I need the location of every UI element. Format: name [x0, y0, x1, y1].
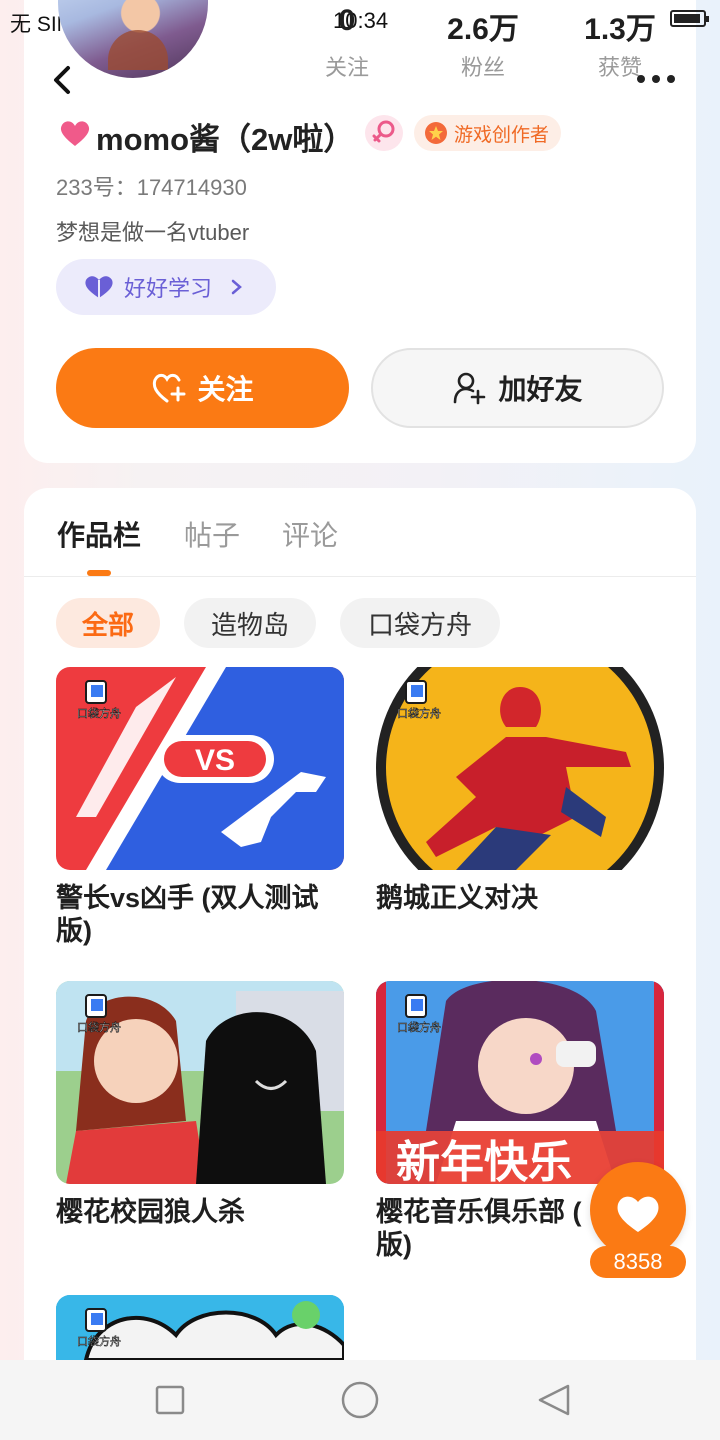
work-thumbnail[interactable]: 口袋方舟: [56, 981, 344, 1184]
filter-all[interactable]: 全部: [56, 598, 160, 648]
creator-star-icon: [425, 122, 447, 144]
work-title[interactable]: 鹅城正义对决: [376, 882, 666, 915]
work-thumbnail[interactable]: 新年快乐 口袋方舟: [376, 981, 664, 1184]
svg-text:口袋方舟: 口袋方舟: [397, 1020, 441, 1034]
bio-text: 梦想是做一名vtuber: [56, 220, 250, 245]
follow-button-label: 关注: [197, 374, 254, 405]
work-thumbnail[interactable]: 口袋方舟: [376, 667, 664, 870]
heart-plus-icon: [153, 373, 186, 403]
new-year-text: 新年快乐: [396, 1137, 572, 1184]
gender-female-icon: [365, 115, 403, 151]
tab-posts[interactable]: 帖子: [184, 514, 240, 554]
svg-text:口袋方舟: 口袋方舟: [397, 706, 441, 720]
filter-island[interactable]: 造物岛: [184, 598, 316, 648]
study-tag-button[interactable]: 好好学习: [56, 259, 276, 315]
creator-badge[interactable]: 游戏创作者: [414, 115, 562, 151]
like-count: 8358: [590, 1246, 686, 1278]
username: momo酱（2w啦）: [96, 122, 355, 157]
work-thumbnail[interactable]: 口袋方舟: [56, 1295, 344, 1360]
svg-text:口袋方舟: 口袋方舟: [77, 1020, 121, 1034]
tab-comments[interactable]: 评论: [282, 514, 338, 554]
work-title[interactable]: 樱花音乐俱乐部 (: [376, 1196, 591, 1229]
svg-text:口袋方舟: 口袋方舟: [77, 706, 121, 720]
likes-count[interactable]: 1.3万: [560, 4, 680, 48]
study-tag-label: 好好学习: [124, 276, 213, 301]
work-title[interactable]: 警长vs凶手 (双人测试版): [56, 882, 346, 948]
add-friend-button[interactable]: 加好友: [371, 348, 664, 428]
vs-text: VS: [195, 744, 235, 777]
home-icon[interactable]: [340, 1380, 380, 1420]
work-thumbnail[interactable]: VS 口袋方舟: [56, 667, 344, 870]
fans-count[interactable]: 2.6万: [423, 4, 543, 48]
add-friend-label: 加好友: [498, 374, 583, 405]
back-nav-icon[interactable]: [536, 1382, 572, 1418]
work-title-line2[interactable]: 版): [376, 1229, 496, 1262]
chevron-right-icon: [231, 279, 242, 295]
creator-badge-label: 游戏创作者: [454, 124, 550, 146]
following-label[interactable]: 关注: [287, 50, 407, 82]
follow-button[interactable]: 关注: [56, 348, 349, 428]
back-icon[interactable]: [50, 64, 78, 96]
tab-works[interactable]: 作品栏: [57, 514, 141, 554]
purple-heart-icon: [85, 276, 113, 298]
add-user-icon: [454, 372, 486, 405]
pocket-ark-logo: 口袋方舟: [396, 679, 442, 721]
more-icon[interactable]: [636, 72, 676, 86]
user-id: 233号：174714930: [56, 175, 247, 200]
like-button[interactable]: [590, 1162, 686, 1258]
divider: [24, 576, 696, 577]
svg-text:口袋方舟: 口袋方舟: [77, 1334, 121, 1348]
pocket-ark-logo: 口袋方舟: [396, 993, 442, 1035]
fans-label[interactable]: 粉丝: [423, 50, 543, 82]
pocket-ark-logo: 口袋方舟: [76, 1307, 122, 1349]
following-count[interactable]: 0: [287, 4, 407, 38]
work-title[interactable]: 樱花校园狼人杀: [56, 1196, 346, 1229]
heart-icon: [617, 1196, 659, 1232]
system-nav-bar: [0, 1360, 720, 1440]
pocket-ark-logo: 口袋方舟: [76, 679, 122, 721]
pocket-ark-logo: 口袋方舟: [76, 993, 122, 1035]
filter-ark[interactable]: 口袋方舟: [340, 598, 500, 648]
heart-icon: [60, 121, 90, 146]
recent-apps-icon[interactable]: [154, 1384, 186, 1416]
